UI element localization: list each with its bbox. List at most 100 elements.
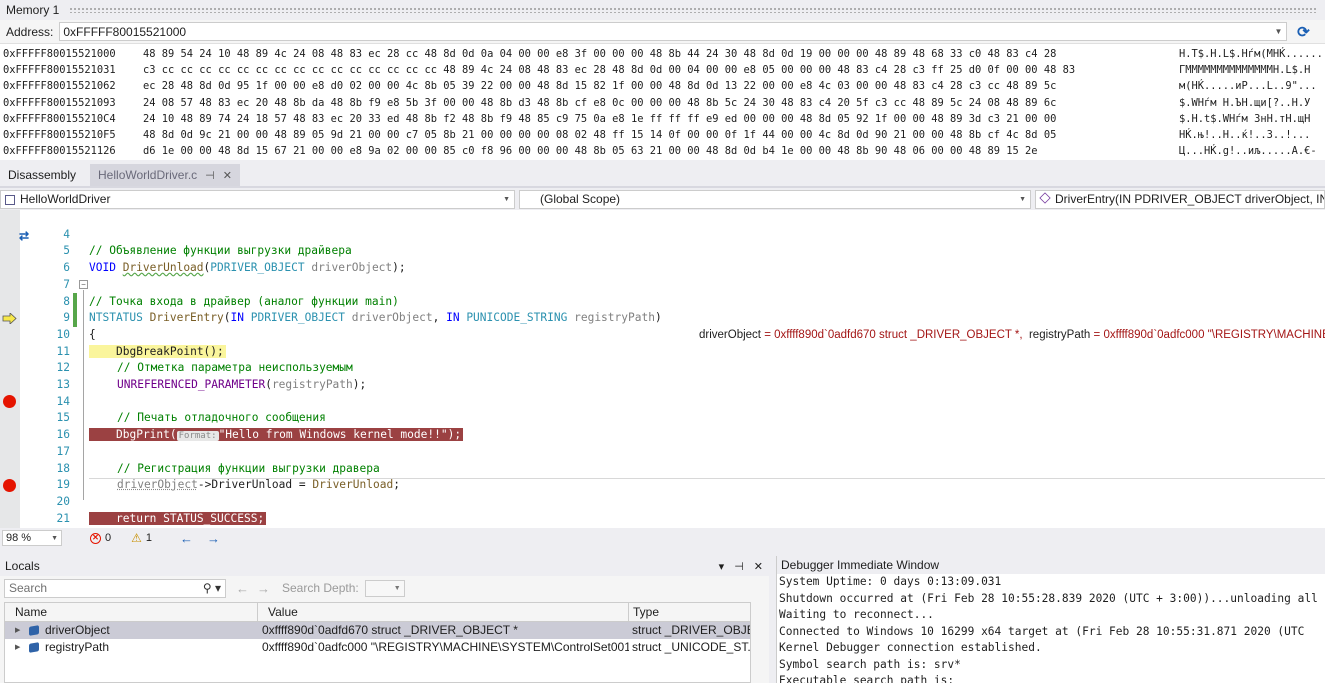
code-line[interactable]: 17 // Регистрация функции выгрузки драве…	[0, 427, 1325, 475]
local-value[interactable]: 0xffff890d`0adfd670 struct _DRIVER_OBJEC…	[258, 622, 629, 639]
chevron-down-icon[interactable]: ▼	[394, 585, 401, 592]
immediate-output[interactable]: System Uptime: 0 days 0:13:09.031 Shutdo…	[777, 574, 1325, 683]
memory-row-hex[interactable]: 48 8d 0d 9c 21 00 00 48 89 05 9d 21 00 0…	[143, 127, 1179, 143]
warning-count[interactable]: 1	[146, 532, 152, 544]
address-input[interactable]: 0xFFFFF80015521000 ▼	[59, 22, 1288, 41]
code-line[interactable]: 21 }	[0, 494, 1325, 525]
search-depth-dropdown[interactable]: ▼	[364, 579, 405, 597]
error-icon[interactable]: ✕	[90, 532, 101, 544]
locals-search-input[interactable]: Search ⚲ ▾	[4, 578, 226, 598]
code-line-current[interactable]: 10 DbgBreakPoint();	[0, 310, 1325, 358]
code-line[interactable]: 4 // Объявление функции выгрузки драйвер…	[0, 210, 1325, 258]
tab-label: Disassembly	[8, 168, 77, 182]
column-header-type[interactable]: Type	[629, 603, 750, 621]
editor-tab-bar: Disassembly HelloWorldDriver.c ⊣ ✕	[0, 164, 1325, 188]
code-line-breakpoint[interactable]: 15 DbgPrint(Format: "Hello from Windows k…	[0, 394, 1325, 442]
close-icon[interactable]: ✕	[754, 560, 763, 573]
error-count[interactable]: 0	[105, 532, 111, 544]
locals-search-row: Search ⚲ ▾ ← → Search Depth: ▼	[0, 576, 769, 600]
memory-row-hex[interactable]: 24 10 48 89 74 24 18 57 48 83 ec 20 33 e…	[143, 111, 1179, 127]
code-line[interactable]: 6	[0, 243, 1325, 274]
code-line[interactable]: 19	[0, 461, 1325, 491]
memory-row-text[interactable]: м(НЌ.....иР...L..9"...	[1179, 78, 1325, 94]
close-icon[interactable]: ✕	[223, 169, 232, 182]
tab-disassembly[interactable]: Disassembly	[0, 164, 84, 186]
code-line[interactable]: 7 // Точка входа в драйвер (аналог функц…	[0, 260, 1325, 308]
memory-row[interactable]: 0xFFFFF80015521126 d6 1e 00 00 48 8d 15 6…	[0, 143, 1325, 159]
chevron-down-icon[interactable]: ▼	[51, 535, 58, 542]
code-editor[interactable]: ⇄ − 4 // Объявление функции выгрузки дра…	[0, 210, 1325, 528]
code-line[interactable]: 11 // Отметка параметра неиспользуемым	[0, 327, 1325, 375]
output-line: Symbol search path is: srv*	[779, 657, 961, 671]
chevron-down-icon[interactable]: ▼	[503, 196, 510, 203]
memory-row-text[interactable]: $.H.t$.WHѓм 3нН.тН.щН	[1179, 111, 1325, 127]
project-name: HelloWorldDriver	[20, 192, 111, 206]
locals-title-bar[interactable]: Locals ▾ ⊣ ✕	[0, 556, 769, 576]
search-previous-icon[interactable]: ←	[236, 581, 249, 596]
code-line[interactable]: 8 NTSTATUS DriverEntry(IN PDRIVER_OBJECT…	[0, 277, 1325, 341]
pin-icon[interactable]: ⊣	[205, 169, 215, 182]
member-dropdown[interactable]: DriverEntry(IN PDRIVER_OBJECT driverObje…	[1035, 189, 1325, 209]
code-line[interactable]: 9 {	[0, 294, 1325, 341]
memory-row[interactable]: 0xFFFFF800155210F5 48 8d 0d 9c 21 00 00 4…	[0, 127, 1325, 143]
memory-row-hex[interactable]: ec 28 48 8d 0d 95 1f 00 00 e8 d0 02 00 0…	[143, 78, 1179, 94]
output-line: Shutdown occurred at (Fri Feb 28 10:55:2…	[779, 591, 1318, 605]
locals-grid: Name Value Type ▶ driverObject 0xffff890d…	[4, 602, 751, 683]
pin-icon[interactable]: ⊣	[734, 560, 744, 573]
memory-row-text[interactable]: H.T$.H.L$.Hѓм(МНЌ.......	[1179, 46, 1325, 62]
memory-row-text[interactable]: НЌ.њ!..Н..ќ!..З..!...	[1179, 127, 1325, 143]
local-value[interactable]: 0xffff890d`0adfc000 "\REGISTRY\MACHINE\S…	[258, 639, 629, 656]
memory-row-text[interactable]: ГММММММММММММММH.L$.H	[1179, 62, 1325, 78]
chevron-down-icon[interactable]: ▼	[1019, 196, 1026, 203]
column-header-name[interactable]: Name	[5, 603, 258, 621]
chevron-down-icon[interactable]: ▼	[1274, 27, 1286, 36]
navigate-forward-icon[interactable]: →	[207, 531, 220, 546]
panel-splitter[interactable]	[0, 548, 1325, 556]
refresh-icon[interactable]: ⟳	[1293, 22, 1313, 42]
drag-grip[interactable]	[69, 7, 1317, 13]
memory-row-address: 0xFFFFF80015521000	[3, 48, 116, 60]
window-position-icon[interactable]: ▾	[719, 560, 725, 573]
locals-title: Locals	[5, 559, 40, 573]
code-line[interactable]: 12 UNREFERENCED_PARAMETER(registryPath);	[0, 344, 1325, 391]
tab-helloworlddriver-c[interactable]: HelloWorldDriver.c ⊣ ✕	[90, 164, 240, 186]
immediate-title-bar[interactable]: Debugger Immediate Window	[777, 556, 1325, 574]
memory-row-hex[interactable]: 48 89 54 24 10 48 89 4c 24 08 48 83 ec 2…	[143, 46, 1179, 62]
code-line[interactable]: 5 VOID DriverUnload(PDRIVER_OBJECT drive…	[0, 227, 1325, 274]
memory-row-text[interactable]: Ц...НЌ.g!..иљ.....А.€-	[1179, 143, 1325, 159]
code-line[interactable]: 16	[0, 410, 1325, 441]
memory-row[interactable]: 0xFFFFF80015521062 ec 28 48 8d 0d 95 1f 0…	[0, 78, 1325, 94]
search-icon[interactable]: ⚲ ▾	[203, 581, 221, 595]
code-line[interactable]: 14 // Печать отладочного сообщения	[0, 377, 1325, 425]
locals-row[interactable]: ▶ registryPath 0xffff890d`0adfc000 "\REGI…	[5, 639, 750, 656]
scope-name: (Global Scope)	[540, 192, 621, 206]
code-line[interactable]: 22	[0, 511, 1325, 528]
address-value: 0xFFFFF80015521000	[63, 24, 187, 39]
memory-row[interactable]: 0xFFFFF80015521000 48 89 54 24 10 48 89 4…	[0, 46, 1325, 62]
warning-icon[interactable]: ⚠	[131, 531, 142, 545]
search-next-icon[interactable]: →	[257, 581, 270, 596]
debugger-immediate-window[interactable]: Debugger Immediate Window System Uptime:…	[776, 556, 1325, 683]
memory-row-hex[interactable]: 24 08 57 48 83 ec 20 48 8b da 48 8b f9 e…	[143, 95, 1179, 111]
memory-row-hex[interactable]: d6 1e 00 00 48 8d 15 67 21 00 00 e8 9a 0…	[143, 143, 1179, 159]
local-name: registryPath	[45, 640, 110, 654]
scope-dropdown[interactable]: (Global Scope) ▼	[519, 189, 1031, 209]
memory-row-hex[interactable]: c3 cc cc cc cc cc cc cc cc cc cc cc cc c…	[143, 62, 1179, 78]
code-line[interactable]: 18 driverObject->DriverUnload = DriverUn…	[0, 444, 1325, 492]
immediate-title: Debugger Immediate Window	[781, 558, 940, 572]
column-header-value[interactable]: Value	[258, 603, 629, 621]
project-dropdown[interactable]: HelloWorldDriver ▼	[0, 189, 515, 209]
code-line-breakpoint[interactable]: 20 return STATUS_SUCCESS;	[0, 477, 1325, 525]
memory-row[interactable]: 0xFFFFF80015521031 c3 cc cc cc cc cc cc c…	[0, 62, 1325, 78]
code-line[interactable]: 13	[0, 360, 1325, 391]
memory-window-title-bar[interactable]: Memory 1	[0, 0, 1325, 20]
zoom-dropdown[interactable]: 98 % ▼	[2, 530, 62, 546]
navigate-back-icon[interactable]: ←	[180, 531, 193, 546]
member-name: DriverEntry(IN PDRIVER_OBJECT driverObje…	[1055, 192, 1324, 206]
memory-row-text[interactable]: $.WHѓм Н.ЪН.щи[?..Н.У	[1179, 95, 1325, 111]
expand-icon[interactable]: ▶	[15, 639, 29, 656]
expand-icon[interactable]: ▶	[15, 622, 29, 639]
locals-row[interactable]: ▶ driverObject 0xffff890d`0adfd670 struct…	[5, 622, 750, 639]
memory-row[interactable]: 0xFFFFF80015521093 24 08 57 48 83 ec 20 4…	[0, 95, 1325, 111]
memory-row[interactable]: 0xFFFFF800155210C4 24 10 48 89 74 24 18 5…	[0, 111, 1325, 127]
